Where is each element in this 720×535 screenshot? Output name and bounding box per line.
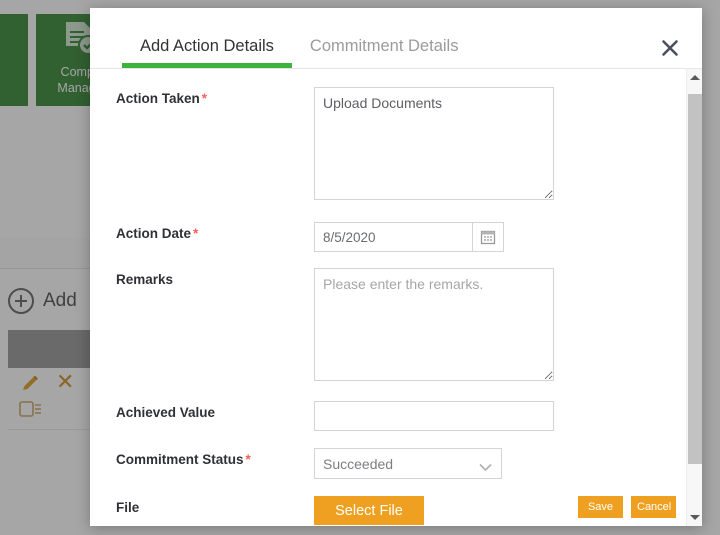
dialog-body: Action Taken* Upload Documents Action Da… [90, 69, 702, 526]
tab-commitment-details[interactable]: Commitment Details [292, 37, 477, 68]
field-row-achieved-value: Achieved Value [90, 401, 686, 431]
commitment-status-control: Succeeded [314, 448, 686, 479]
action-taken-textarea[interactable]: Upload Documents [314, 87, 554, 200]
close-icon[interactable] [658, 36, 682, 60]
field-row-action-taken: Action Taken* Upload Documents [90, 87, 686, 205]
field-row-action-date: Action Date* [90, 222, 686, 252]
tab-label: Add Action Details [140, 37, 274, 55]
label-text: Action Taken [116, 91, 200, 106]
action-taken-control: Upload Documents [314, 87, 686, 205]
cancel-button[interactable]: Cancel [631, 496, 676, 518]
label-text: Action Date [116, 226, 191, 241]
label-text: File [116, 500, 139, 515]
label-text: Commitment Status [116, 452, 244, 467]
commitment-status-select[interactable]: Succeeded [314, 448, 502, 479]
scroll-down-arrow-icon[interactable] [687, 509, 702, 526]
field-row-remarks: Remarks [90, 268, 686, 386]
calendar-icon[interactable] [472, 222, 504, 252]
achieved-value-label: Achieved Value [90, 401, 314, 431]
required-marker: * [246, 452, 251, 467]
dialog-scrollbar[interactable] [686, 69, 702, 526]
save-button[interactable]: Save [578, 496, 623, 518]
dialog-header: Add Action Details Commitment Details [90, 8, 702, 69]
action-date-control [314, 222, 686, 252]
remarks-label: Remarks [90, 268, 314, 386]
remarks-control [314, 268, 686, 386]
add-action-details-dialog: Add Action Details Commitment Details Ac… [90, 8, 702, 526]
file-label: File [90, 496, 314, 525]
required-marker: * [193, 226, 198, 241]
label-text: Remarks [116, 272, 173, 287]
action-date-label: Action Date* [90, 222, 314, 252]
dialog-tabs: Add Action Details Commitment Details [122, 37, 476, 68]
required-marker: * [202, 91, 207, 106]
tab-add-action-details[interactable]: Add Action Details [122, 37, 292, 68]
field-row-commitment-status: Commitment Status* Succeeded [90, 448, 686, 479]
scrollbar-thumb[interactable] [688, 94, 702, 464]
remarks-textarea[interactable] [314, 268, 554, 381]
select-file-button[interactable]: Select File [314, 496, 424, 525]
achieved-value-input[interactable] [314, 401, 554, 431]
achieved-value-control [314, 401, 686, 431]
action-date-input[interactable] [314, 222, 472, 252]
scroll-up-arrow-icon[interactable] [687, 69, 702, 86]
form-scroll-area: Action Taken* Upload Documents Action Da… [90, 81, 686, 526]
dialog-footer-buttons: Save Cancel [578, 496, 676, 518]
tab-label: Commitment Details [310, 37, 459, 55]
commitment-status-label: Commitment Status* [90, 448, 314, 479]
action-taken-label: Action Taken* [90, 87, 314, 205]
label-text: Achieved Value [116, 405, 215, 420]
